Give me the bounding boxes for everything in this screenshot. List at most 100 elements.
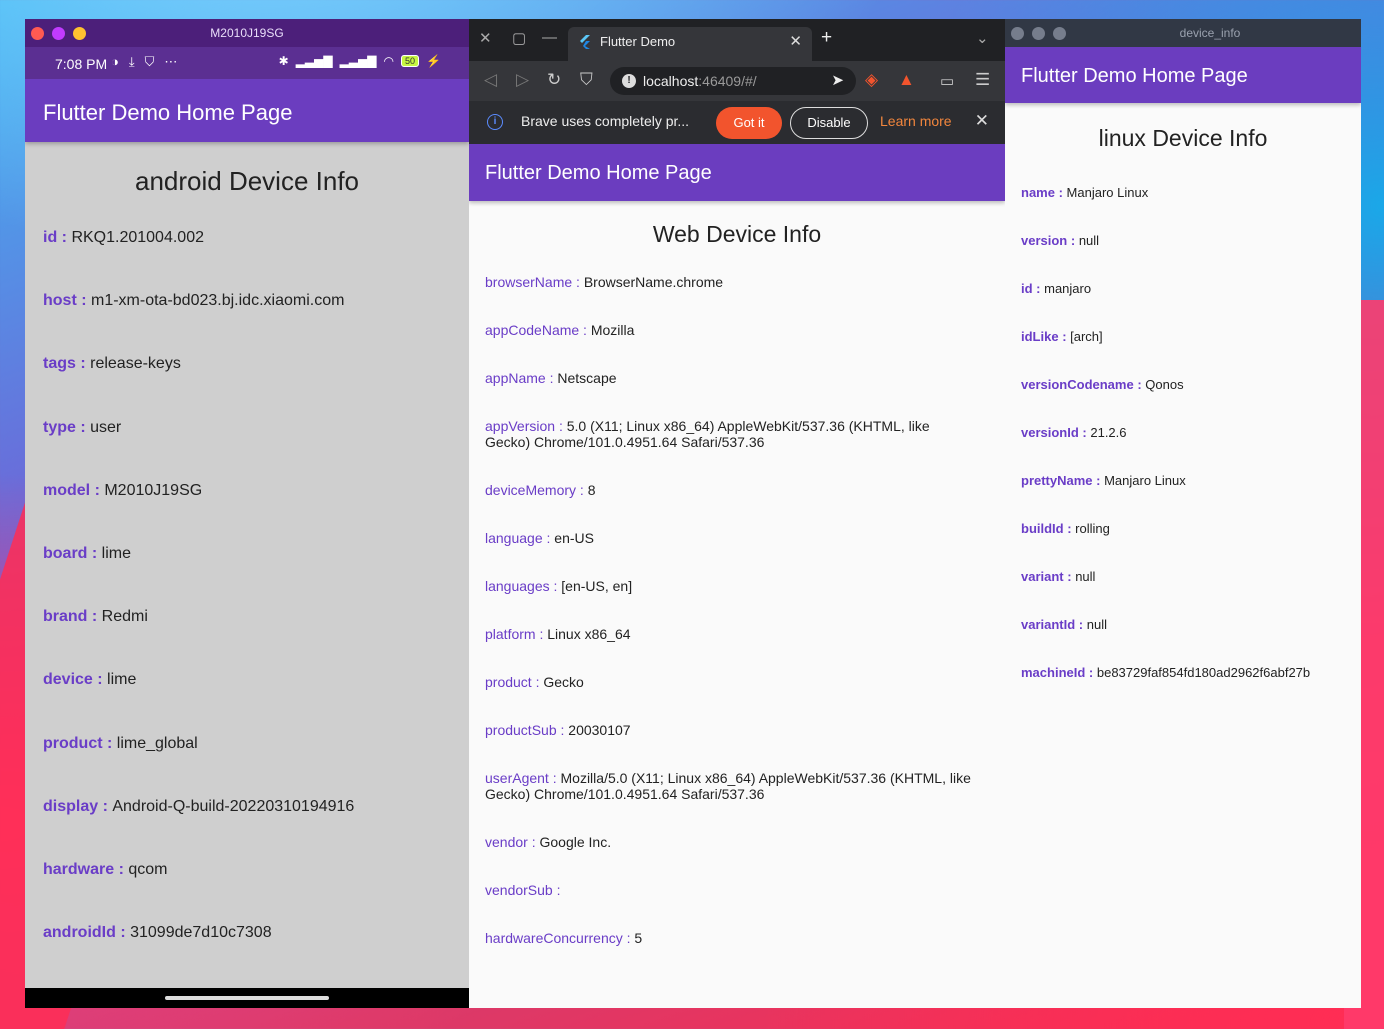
info-key: name: [1021, 185, 1055, 200]
info-row: variantId : null: [1021, 617, 1361, 665]
info-separator: :: [572, 274, 584, 290]
page-title: android Device Info: [134, 166, 360, 196]
info-row: deviceMemory : 8: [485, 482, 975, 498]
info-row: versionCodename : Qonos: [1021, 377, 1361, 425]
signal-icon: ▂▃▅▇: [339, 54, 377, 68]
info-value: null: [1075, 569, 1096, 584]
info-value: RKQ1.201004.002: [71, 229, 204, 246]
info-separator: :: [527, 834, 540, 850]
window-title: device_info: [1179, 26, 1241, 40]
close-tab-icon[interactable]: ✕: [789, 32, 802, 50]
info-separator: :: [1075, 617, 1087, 632]
info-separator: :: [622, 930, 635, 946]
info-separator: :: [90, 481, 105, 499]
learn-more-link[interactable]: Learn more: [880, 113, 952, 129]
info-row: androidId : 31099de7d10c7308: [43, 924, 469, 987]
info-key: prettyName: [1021, 473, 1093, 488]
info-value: 20030107: [568, 722, 631, 738]
bluetooth-icon: ✱: [278, 54, 289, 68]
info-separator: :: [1032, 281, 1045, 296]
info-separator: :: [115, 924, 131, 942]
device-info-list: browserName : BrowserName.chrome appCodeN…: [469, 248, 1005, 946]
close-icon[interactable]: ✕: [479, 29, 492, 47]
got-it-button[interactable]: Got it: [716, 107, 782, 139]
status-time: 7:08 PM: [55, 56, 108, 72]
info-key: languages: [485, 578, 550, 594]
info-separator: :: [87, 608, 102, 626]
info-separator: :: [87, 544, 102, 562]
site-info-icon[interactable]: !: [622, 74, 636, 88]
info-value: 21.2.6: [1090, 425, 1127, 440]
tab-strip: ✕ ▢ — Flutter Demo ✕ + ⌄: [469, 19, 1005, 61]
notice-message: Brave uses completely pr...: [521, 113, 690, 129]
wallet-icon[interactable]: ▭: [940, 72, 954, 90]
url-host: localhost: [643, 73, 699, 89]
info-value: [en-US, en]: [561, 578, 633, 594]
chevron-down-icon[interactable]: ⌄: [976, 29, 989, 47]
info-separator: :: [1058, 329, 1071, 344]
info-key: display: [43, 797, 99, 815]
info-row: prettyName : Manjaro Linux: [1021, 473, 1361, 521]
page-title: linux Device Info: [1098, 125, 1268, 151]
info-row: platform : Linux x86_64: [485, 626, 975, 642]
info-row: vendorSub :: [485, 882, 975, 898]
info-separator: :: [535, 626, 548, 642]
minimize-window-button[interactable]: [1032, 27, 1045, 40]
info-row: hardware : qcom: [43, 861, 469, 924]
info-separator: :: [556, 722, 569, 738]
home-gesture-bar[interactable]: [165, 996, 329, 1000]
disable-button[interactable]: Disable: [790, 107, 868, 139]
info-key: variant: [1021, 569, 1064, 584]
info-separator: :: [542, 530, 555, 546]
restore-icon[interactable]: ▢: [512, 29, 526, 47]
info-row: buildId : rolling: [1021, 521, 1361, 569]
app-bar-title: Flutter Demo Home Page: [25, 79, 469, 142]
info-key: machineId: [1021, 665, 1086, 680]
info-value: [arch]: [1070, 329, 1103, 344]
info-row: brand : Redmi: [43, 608, 469, 671]
info-value: en-US: [554, 530, 594, 546]
info-key: board: [43, 544, 88, 562]
info-separator: :: [555, 418, 567, 434]
info-key: androidId: [43, 924, 116, 942]
info-row: variant : null: [1021, 569, 1361, 617]
close-window-button[interactable]: [1011, 27, 1024, 40]
info-value: lime: [101, 544, 132, 562]
reload-icon[interactable]: ↻: [547, 70, 561, 90]
tab-title: Flutter Demo: [600, 34, 676, 49]
forward-icon[interactable]: ▷: [516, 70, 529, 90]
info-separator: :: [1085, 665, 1097, 680]
back-icon[interactable]: ◁: [484, 70, 497, 90]
brave-rewards-icon[interactable]: ▲: [898, 70, 915, 90]
info-key: variantId: [1021, 617, 1076, 632]
brave-browser-window: ✕ ▢ — Flutter Demo ✕ + ⌄ ◁ ▷ ↻ ⛉ ! local…: [469, 19, 1005, 1008]
info-key: type: [43, 418, 76, 436]
info-value: Android-Q-build-20220310194916: [112, 797, 355, 815]
menu-icon[interactable]: ☰: [975, 70, 990, 90]
info-value: m1-xm-ota-bd023.bj.idc.xiaomi.com: [91, 292, 345, 310]
address-bar[interactable]: ! localhost:46409/#/ ➤: [610, 67, 856, 95]
info-key: versionCodename: [1021, 377, 1134, 392]
charging-icon: ⚡: [426, 54, 441, 68]
info-row: appCodeName : Mozilla: [485, 322, 975, 338]
info-separator: :: [92, 671, 108, 689]
info-key: versionId: [1021, 425, 1079, 440]
info-key: browserName: [485, 274, 573, 290]
bookmark-icon[interactable]: ⛉: [580, 70, 593, 90]
brave-shields-icon[interactable]: ◈: [865, 70, 878, 90]
info-key: language: [485, 530, 543, 546]
close-icon[interactable]: ✕: [975, 111, 989, 131]
info-key: host: [43, 292, 77, 310]
info-row: name : Manjaro Linux: [1021, 185, 1361, 233]
minimize-icon[interactable]: —: [542, 29, 557, 46]
info-separator: :: [1063, 569, 1076, 584]
maximize-window-button[interactable]: [1053, 27, 1066, 40]
info-row: display : Android-Q-build-20220310194916: [43, 798, 469, 861]
share-icon[interactable]: ➤: [831, 71, 844, 89]
info-value: Linux x86_64: [547, 626, 631, 642]
tab-flutter-demo[interactable]: Flutter Demo ✕: [568, 27, 812, 61]
flutter-icon: [580, 35, 590, 49]
linux-app-window: device_info Flutter Demo Home Page linux…: [1005, 19, 1361, 1008]
info-row: host : m1-xm-ota-bd023.bj.idc.xiaomi.com: [43, 292, 469, 355]
new-tab-icon[interactable]: +: [821, 27, 832, 49]
